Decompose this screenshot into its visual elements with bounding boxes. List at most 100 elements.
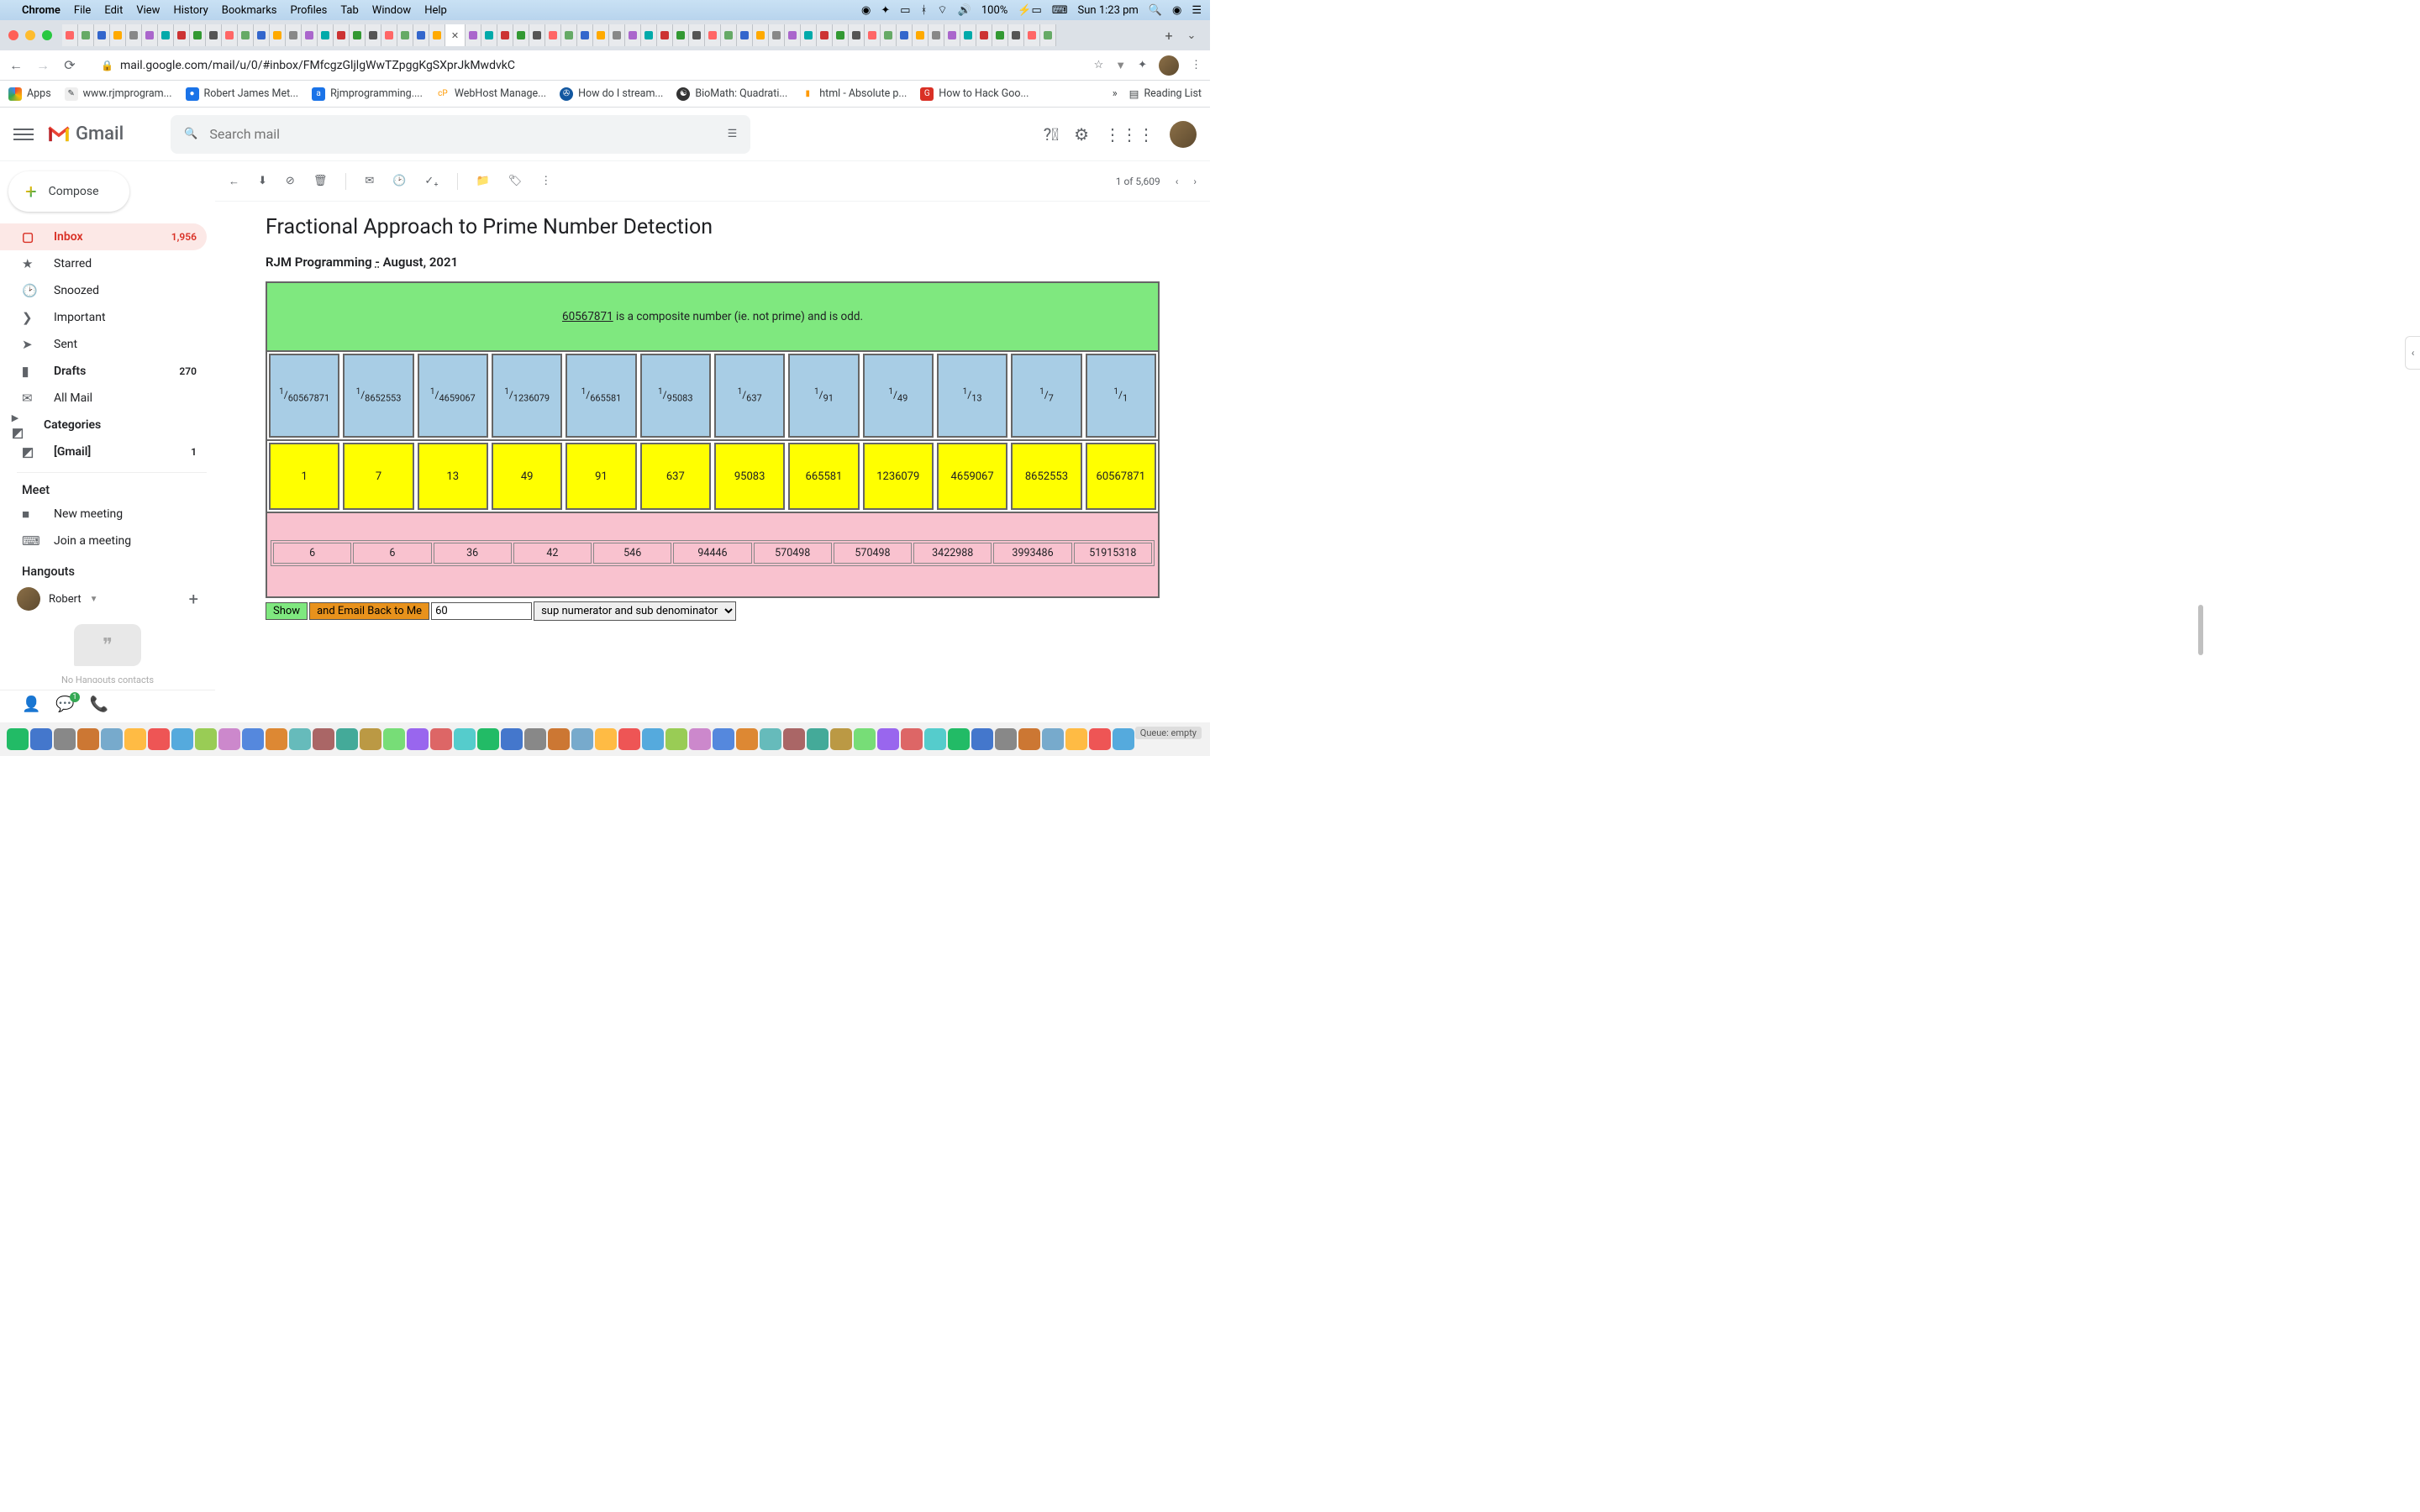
next-mail-icon[interactable]: ›	[1193, 176, 1197, 187]
more-icon[interactable]: ⋮	[540, 175, 551, 187]
browser-tab[interactable]	[913, 24, 929, 46]
number-input[interactable]	[431, 602, 532, 620]
browser-tab[interactable]	[897, 24, 913, 46]
meet-join-button[interactable]: ⌨Join a meeting	[0, 528, 207, 554]
dock-app-icon[interactable]	[807, 728, 829, 750]
dock-app-icon[interactable]	[595, 728, 617, 750]
dock-app-icon[interactable]	[854, 728, 876, 750]
browser-tab[interactable]	[673, 24, 689, 46]
browser-tab[interactable]	[1008, 24, 1024, 46]
browser-tab[interactable]	[785, 24, 801, 46]
person-icon[interactable]: 👤	[22, 696, 40, 713]
airplay-icon[interactable]: ▭	[900, 4, 910, 17]
browser-tab[interactable]	[657, 24, 673, 46]
browser-tab[interactable]	[689, 24, 705, 46]
bookmark-overflow[interactable]: »	[1113, 87, 1118, 100]
wifi-icon[interactable]: ⌔	[937, 3, 947, 17]
browser-tab[interactable]	[318, 24, 334, 46]
star-icon[interactable]: ☆	[1094, 59, 1104, 71]
browser-tab[interactable]	[529, 24, 545, 46]
browser-tab[interactable]	[1040, 24, 1056, 46]
dock-app-icon[interactable]	[501, 728, 523, 750]
dock-app-icon[interactable]	[7, 728, 29, 750]
show-button[interactable]: Show	[266, 602, 308, 620]
account-avatar[interactable]	[1170, 121, 1197, 148]
bookmark-item[interactable]: ✎www.rjmprogram...	[65, 87, 172, 101]
input-icon[interactable]: ⌨	[1052, 4, 1068, 17]
main-menu-icon[interactable]	[13, 124, 34, 144]
dock-app-icon[interactable]	[666, 728, 687, 750]
browser-tab[interactable]	[865, 24, 881, 46]
close-window-icon[interactable]	[8, 30, 18, 40]
dock-app-icon[interactable]	[524, 728, 546, 750]
browser-tab[interactable]	[721, 24, 737, 46]
bookmark-item[interactable]: ▮html - Absolute p...	[801, 87, 907, 101]
menu-file[interactable]: File	[74, 4, 91, 17]
browser-tab[interactable]	[976, 24, 992, 46]
chevron-down-icon[interactable]: ▼	[90, 595, 98, 604]
dock-app-icon[interactable]	[383, 728, 405, 750]
back-to-inbox-icon[interactable]: ←	[229, 175, 239, 188]
dock-app-icon[interactable]	[548, 728, 570, 750]
bookmark-item[interactable]: aRjmprogramming....	[312, 87, 423, 101]
search-options-icon[interactable]: ☰	[728, 128, 738, 140]
sidebar-item-gmail[interactable]: ◩[Gmail]1	[0, 438, 207, 465]
browser-tab[interactable]	[381, 24, 397, 46]
dock-app-icon[interactable]	[77, 728, 99, 750]
browser-tab[interactable]	[158, 24, 174, 46]
browser-tab[interactable]	[206, 24, 222, 46]
tab-overflow-icon[interactable]: ⌄	[1181, 29, 1202, 42]
search-input[interactable]	[209, 126, 715, 142]
tested-number[interactable]: 60567871	[562, 310, 613, 323]
clock[interactable]: Sun 1:23 pm	[1078, 4, 1139, 17]
browser-tab[interactable]	[481, 24, 497, 46]
browser-tab[interactable]	[62, 24, 78, 46]
display-mode-select[interactable]: sup numerator and sub denominator	[534, 601, 736, 621]
menu-bookmarks[interactable]: Bookmarks	[222, 4, 277, 17]
browser-tab[interactable]	[174, 24, 190, 46]
browser-tab[interactable]	[513, 24, 529, 46]
sidebar-item-snoozed[interactable]: 🕑Snoozed	[0, 277, 207, 304]
phone-icon[interactable]: 📞	[90, 696, 108, 713]
browser-tab[interactable]	[238, 24, 254, 46]
address-bar[interactable]: 🔒 mail.google.com/mail/u/0/#inbox/FMfcgz…	[89, 54, 1082, 77]
dock-app-icon[interactable]	[713, 728, 734, 750]
reading-list-button[interactable]: ▤Reading List	[1129, 87, 1202, 101]
mark-unread-icon[interactable]: ✉	[365, 175, 374, 187]
sidebar-item-drafts[interactable]: ▮Drafts270	[0, 358, 207, 385]
support-icon[interactable]: ?⃝	[1044, 124, 1059, 144]
browser-tab[interactable]	[110, 24, 126, 46]
dock-app-icon[interactable]	[289, 728, 311, 750]
dock-app-icon[interactable]	[760, 728, 781, 750]
apps-shortcut[interactable]: Apps	[8, 87, 51, 101]
minimize-window-icon[interactable]	[25, 30, 35, 40]
back-button[interactable]: ←	[8, 57, 24, 74]
hangouts-user-row[interactable]: Robert ▼ +	[0, 582, 215, 616]
maximize-window-icon[interactable]	[42, 30, 52, 40]
browser-tab[interactable]	[302, 24, 318, 46]
dock-app-icon[interactable]	[407, 728, 429, 750]
add-task-icon[interactable]: ✓₊	[424, 175, 438, 187]
dock-app-icon[interactable]	[571, 728, 593, 750]
sidebar-item-important[interactable]: ❯Important	[0, 304, 207, 331]
email-back-button[interactable]: and Email Back to Me	[309, 602, 429, 620]
siri-icon[interactable]: ◉	[1172, 4, 1181, 17]
browser-tab[interactable]	[881, 24, 897, 46]
delete-icon[interactable]: 🗑	[313, 175, 328, 187]
dock-app-icon[interactable]	[171, 728, 193, 750]
extensions-icon[interactable]: ✦	[1138, 59, 1147, 71]
dock-app-icon[interactable]	[218, 728, 240, 750]
app-name[interactable]: Chrome	[22, 4, 60, 17]
bookmark-item[interactable]: GHow to Hack Goo...	[920, 87, 1028, 101]
dock-app-icon[interactable]	[454, 728, 476, 750]
browser-tab[interactable]	[254, 24, 270, 46]
bookmark-item[interactable]: ☯BioMath: Quadrati...	[676, 87, 787, 101]
browser-tab[interactable]	[366, 24, 381, 46]
browser-tab[interactable]	[992, 24, 1008, 46]
dock-app-icon[interactable]	[642, 728, 664, 750]
browser-tab[interactable]	[545, 24, 561, 46]
dock-app-icon[interactable]	[924, 728, 946, 750]
menu-edit[interactable]: Edit	[104, 4, 123, 17]
browser-tab[interactable]	[625, 24, 641, 46]
browser-tab[interactable]	[497, 24, 513, 46]
